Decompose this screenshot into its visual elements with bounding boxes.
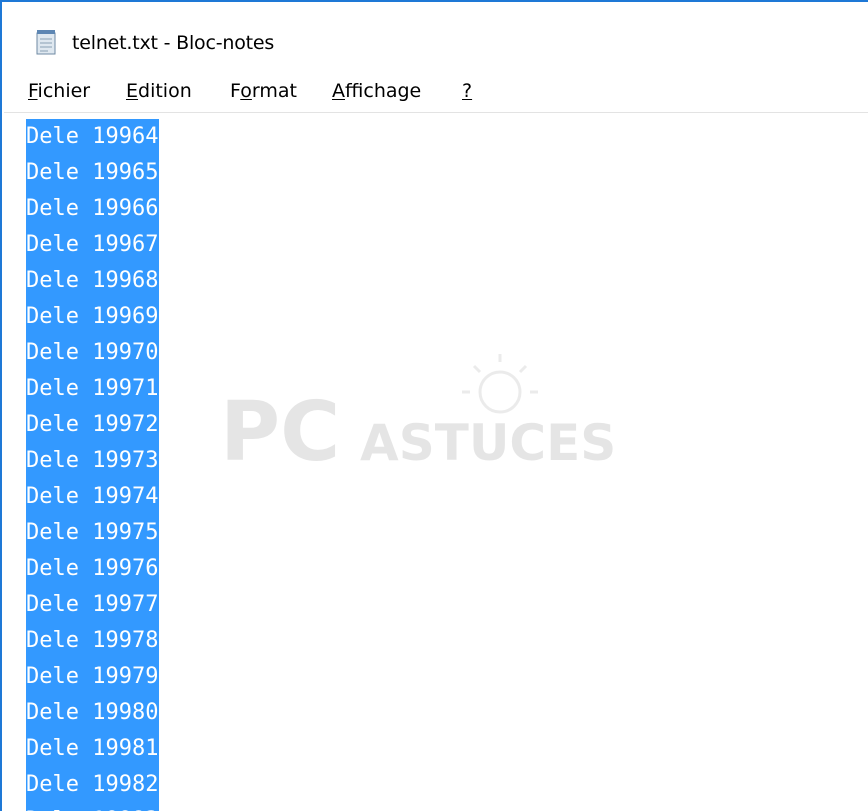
menu-affichage-mnemonic: A [332, 80, 345, 102]
menu-edition-label: dition [138, 80, 192, 102]
menu-format-label-pre: F [230, 80, 241, 102]
text-line[interactable]: Dele 19974 [26, 479, 160, 515]
text-line[interactable]: Dele 19979 [26, 659, 160, 695]
text-line[interactable]: Dele 19966 [26, 191, 160, 227]
menu-affichage[interactable]: Affichage [330, 80, 423, 102]
text-line[interactable]: Dele 19981 [26, 731, 160, 767]
text-line[interactable]: Dele 19976 [26, 551, 160, 587]
text-line[interactable]: Dele 19982 [26, 767, 160, 803]
text-line[interactable]: Dele 19968 [26, 263, 160, 299]
menu-bar: Fichier Edition Format Affichage ? [4, 72, 868, 113]
text-line[interactable]: Dele 19977 [26, 587, 160, 623]
text-line[interactable]: Dele 19980 [26, 695, 160, 731]
menu-fichier[interactable]: Fichier [26, 80, 92, 102]
text-line-partial[interactable]: Dele 19983 [26, 803, 160, 811]
notepad-icon[interactable] [34, 29, 58, 55]
menu-help[interactable]: ? [460, 80, 474, 102]
text-line[interactable]: Dele 19978 [26, 623, 160, 659]
text-line[interactable]: Dele 19964 [26, 119, 160, 155]
menu-format-label-post: rmat [251, 80, 297, 102]
text-line[interactable]: Dele 19969 [26, 299, 160, 335]
text-line[interactable]: Dele 19973 [26, 443, 160, 479]
text-line[interactable]: Dele 19970 [26, 335, 160, 371]
menu-format[interactable]: Format [228, 80, 299, 102]
menu-affichage-label: ffichage [345, 80, 422, 102]
menu-fichier-mnemonic: F [28, 80, 38, 102]
menu-fichier-label: ichier [37, 80, 91, 102]
text-line[interactable]: Dele 19975 [26, 515, 160, 551]
menu-edition-mnemonic: E [126, 80, 139, 102]
menu-edition[interactable]: Edition [124, 80, 194, 102]
title-bar[interactable]: telnet.txt - Bloc-notes [4, 4, 868, 72]
text-editor[interactable]: Dele 19964 Dele 19965 Dele 19966 Dele 19… [4, 113, 868, 811]
window-title: telnet.txt - Bloc-notes [72, 32, 275, 54]
text-line[interactable]: Dele 19971 [26, 371, 160, 407]
text-line[interactable]: Dele 19972 [26, 407, 160, 443]
text-line[interactable]: Dele 19967 [26, 227, 160, 263]
menu-format-mnemonic: o [240, 80, 252, 102]
text-line[interactable]: Dele 19965 [26, 155, 160, 191]
notepad-window: telnet.txt - Bloc-notes Fichier Edition … [0, 0, 868, 811]
menu-help-mnemonic: ? [462, 80, 473, 102]
